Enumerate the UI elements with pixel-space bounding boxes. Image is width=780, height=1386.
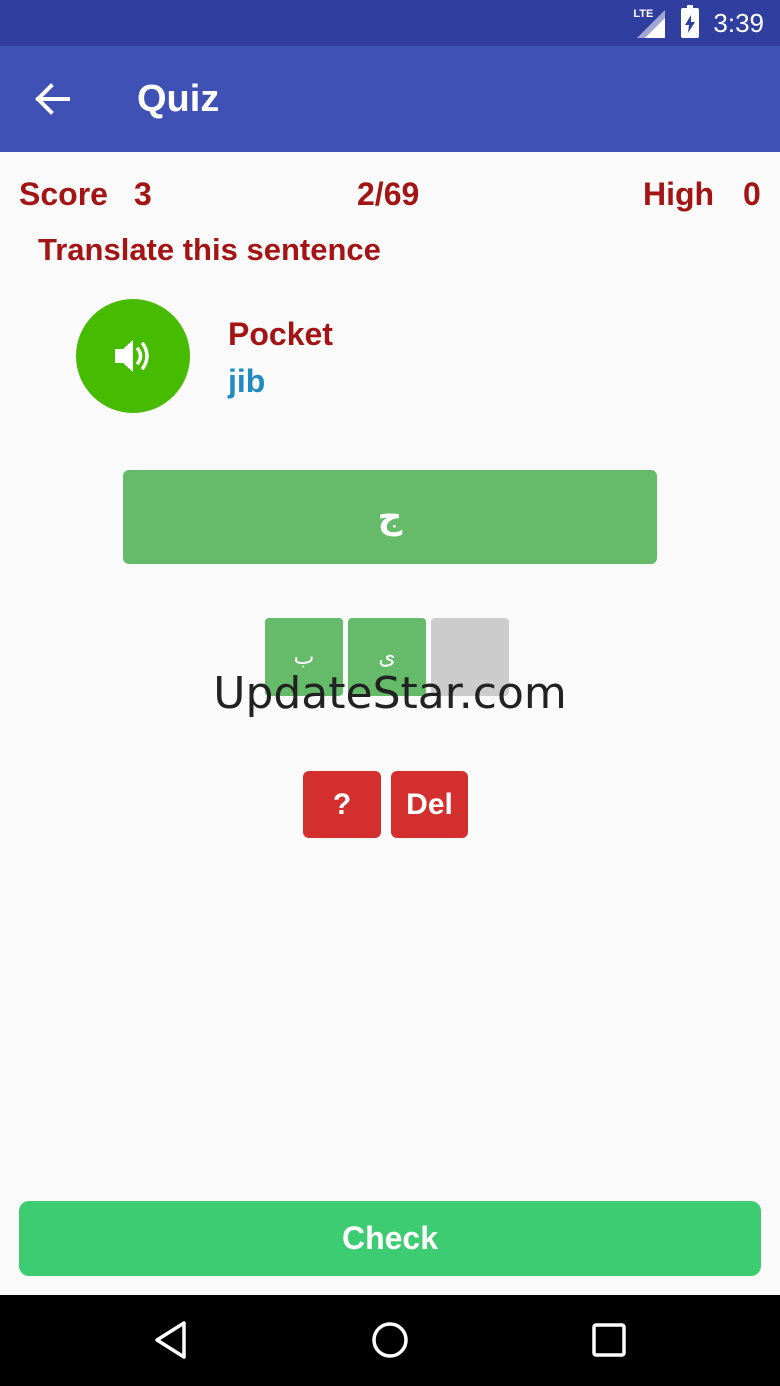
navigation-bar [0,1295,780,1386]
hint-button[interactable]: ? [303,771,381,838]
speaker-icon [115,340,149,372]
network-label: LTE [633,8,654,20]
instruction-text: Translate this sentence [38,232,381,267]
high-score-label: High [643,176,715,212]
triangle-back-icon [155,1321,186,1359]
circle-home-icon [372,1322,408,1358]
status-icons: LTE 3:39 [633,0,764,46]
status-bar: LTE 3:39 [0,0,780,46]
square-recents-icon [592,1323,626,1357]
back-button[interactable] [30,76,76,122]
nav-recents-button[interactable] [586,1317,632,1363]
prompt-transliteration: jib [228,363,266,399]
check-button[interactable]: Check [19,1201,761,1276]
score-value: 3 [134,176,152,212]
delete-button[interactable]: Del [391,771,468,838]
nav-home-button[interactable] [367,1317,413,1363]
battery-charging-icon [681,5,700,38]
prompt-word: Pocket [228,316,333,352]
lte-signal-icon: LTE [633,6,667,40]
status-time: 3:39 [713,7,764,38]
app-bar: Quiz [0,46,780,152]
high-score-value: 0 [743,176,761,212]
answer-field[interactable]: ج [123,470,657,564]
watermark: UpdateStar.com [213,668,567,719]
nav-back-button[interactable] [148,1317,194,1363]
arrow-left-icon [35,83,70,115]
page-title: Quiz [137,78,220,120]
play-audio-button[interactable] [76,299,190,413]
score-label: Score [19,176,108,212]
question-progress: 2/69 [357,176,420,212]
